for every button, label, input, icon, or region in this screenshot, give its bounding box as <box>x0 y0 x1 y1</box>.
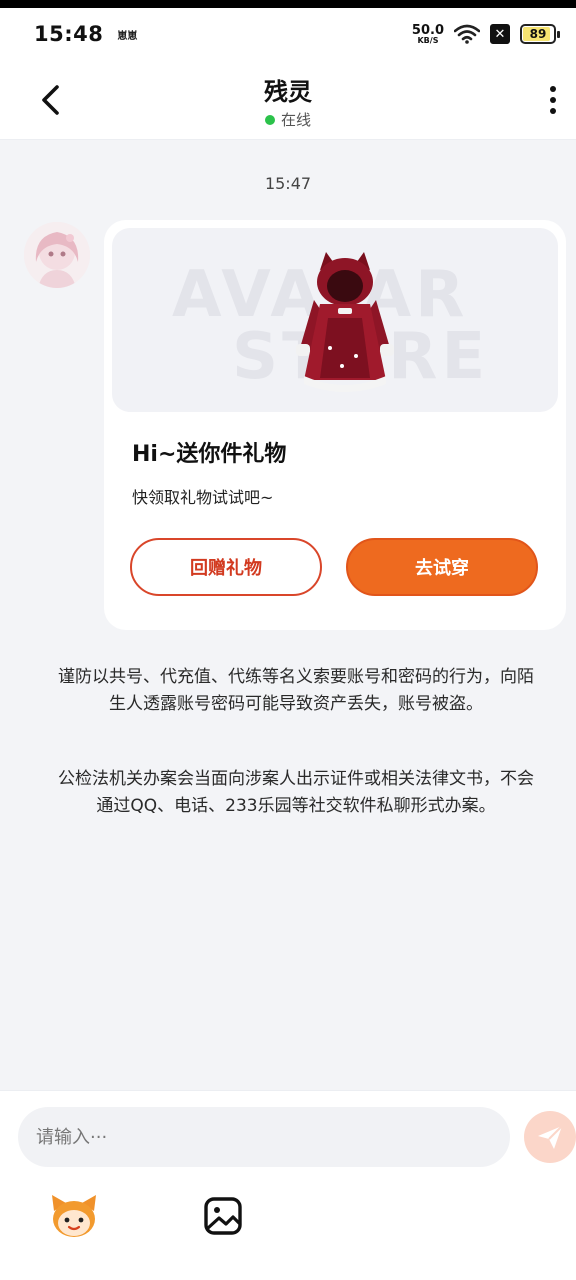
emoji-icon <box>52 1195 96 1237</box>
gift-card: AVATAR STORE Hi~送你件礼物 快领取礼物试试吧~ 回赠礼物 去试穿 <box>104 220 566 630</box>
top-edge <box>0 0 576 8</box>
gift-outfit-image <box>296 252 394 392</box>
page-title: 残灵 <box>264 78 312 106</box>
gift-card-subtitle: 快领取礼物试试吧~ <box>132 488 274 507</box>
more-options-button[interactable] <box>538 80 568 120</box>
message-input[interactable] <box>18 1107 510 1167</box>
send-button[interactable] <box>524 1111 576 1163</box>
status-notification-text: 崽崽 <box>117 30 138 42</box>
composer-bar <box>0 1090 576 1280</box>
message-timestamp: 15:47 <box>264 174 312 193</box>
security-notice-police: 公检法机关办案会当面向涉案人出示证件或相关法律文书，不会通过QQ、电话、233乐… <box>58 769 534 816</box>
more-dot <box>550 108 556 114</box>
battery-icon: 89 <box>520 24 560 44</box>
battery-level: 89 <box>529 27 547 41</box>
status-right-group: 50.0 KB/S ✕ 89 <box>412 24 560 45</box>
network-speed-unit: KB/S <box>417 35 439 45</box>
try-on-button[interactable]: 去试穿 <box>346 538 538 596</box>
chat-header: 残灵 在线 <box>0 60 576 140</box>
online-status-label: 在线 <box>280 111 311 129</box>
avatar[interactable] <box>24 222 90 288</box>
sim-disabled-icon: ✕ <box>490 24 510 44</box>
header-title-group: 残灵 在线 <box>0 72 576 130</box>
status-bar: 15:48 崽崽 50.0 KB/S ✕ 89 <box>0 8 576 60</box>
wifi-icon <box>454 24 480 44</box>
image-icon <box>204 1197 242 1235</box>
return-gift-button[interactable]: 回赠礼物 <box>130 538 322 596</box>
send-icon <box>538 1125 563 1149</box>
network-speed-value: 50.0 <box>411 22 444 38</box>
network-speed: 50.0 KB/S <box>412 24 444 45</box>
gift-card-title: Hi~送你件礼物 <box>132 442 287 467</box>
more-dot <box>550 97 556 103</box>
online-status: 在线 <box>264 109 311 130</box>
online-dot-icon <box>264 114 275 125</box>
avatar-image <box>24 222 90 288</box>
gift-card-banner: AVATAR STORE <box>112 228 558 412</box>
more-vertical-icon <box>550 86 556 92</box>
emoji-button[interactable] <box>48 1191 100 1239</box>
image-picker-button[interactable] <box>202 1195 244 1237</box>
status-time: 15:48 <box>34 22 104 46</box>
security-notice-account: 谨防以共号、代充值、代练等名义索要账号和密码的行为，向陌生人透露账号密码可能导致… <box>58 667 534 714</box>
